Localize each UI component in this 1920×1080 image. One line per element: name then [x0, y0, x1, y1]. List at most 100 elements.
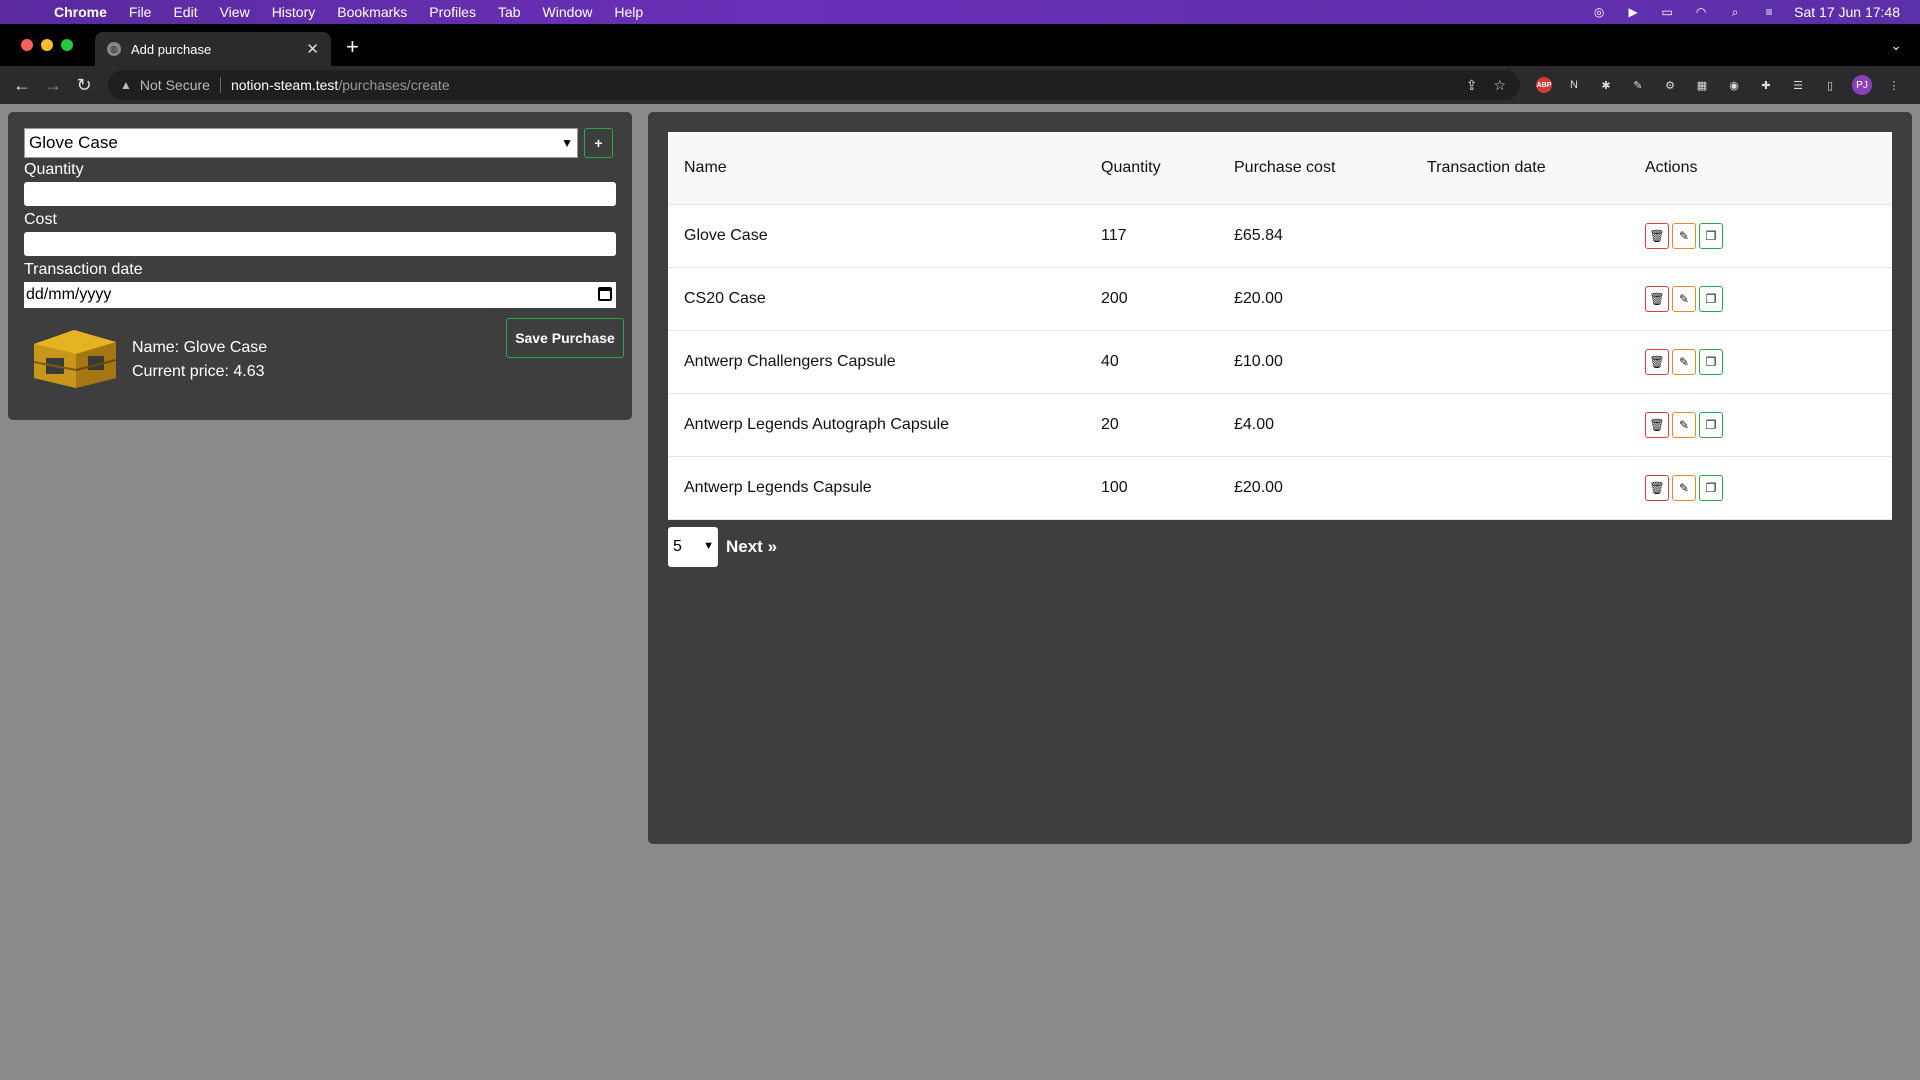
per-page-select[interactable]: 5 ▼: [668, 527, 718, 567]
edit-button[interactable]: ✎: [1672, 348, 1696, 375]
close-tab-icon[interactable]: ✕: [306, 40, 319, 58]
tab-search-chevron-icon[interactable]: ⌄: [1890, 37, 1902, 54]
kebab-menu-icon[interactable]: ⋮: [1884, 75, 1904, 95]
reading-list-icon[interactable]: ☰: [1788, 75, 1808, 95]
menu-bookmarks[interactable]: Bookmarks: [337, 4, 407, 20]
browser-tab-active[interactable]: ◍ Add purchase ✕: [95, 32, 331, 66]
delete-button[interactable]: 🗑: [1645, 222, 1669, 249]
menubar-clock[interactable]: Sat 17 Jun 17:48: [1794, 4, 1900, 20]
warning-triangle-icon[interactable]: ▲: [120, 78, 132, 92]
status-area: ◎ ▶ ▭ ◠ ⌕ ≡ Sat 17 Jun 17:48: [1590, 4, 1900, 20]
purchases-table: Name Quantity Purchase cost Transaction …: [668, 132, 1892, 520]
menu-window[interactable]: Window: [543, 4, 593, 20]
transaction-date-input[interactable]: dd/mm/yyyy: [24, 282, 616, 308]
share-icon[interactable]: ⇪: [1466, 77, 1478, 94]
browser-toolbar: ← → ↻ ▲ Not Secure notion-steam.test /pu…: [0, 66, 1920, 104]
table-row: Antwerp Legends Autograph Capsule 20 £4.…: [668, 393, 1892, 457]
row-actions: 🗑 ✎ ❐: [1645, 330, 1892, 394]
adblock-plus-icon[interactable]: ABP: [1536, 77, 1552, 93]
bookmark-star-icon[interactable]: ☆: [1493, 77, 1506, 94]
preview-name: Name: Glove Case: [132, 339, 268, 356]
cost-label: Cost: [24, 211, 57, 228]
new-tab-plus-icon[interactable]: +: [346, 34, 359, 60]
delete-button[interactable]: 🗑: [1645, 348, 1669, 375]
add-item-button[interactable]: +: [584, 128, 613, 158]
forward-arrow-icon[interactable]: →: [44, 75, 62, 96]
profile-avatar[interactable]: PJ: [1852, 75, 1872, 95]
header-quantity[interactable]: Quantity: [1101, 132, 1234, 205]
header-transaction-date[interactable]: Transaction date: [1427, 132, 1645, 205]
save-purchase-button[interactable]: Save Purchase: [506, 318, 624, 358]
row-quantity: 20: [1101, 393, 1234, 457]
pagination: 5 ▼ Next »: [668, 527, 777, 567]
extension-notion-icon[interactable]: N: [1564, 75, 1584, 95]
spotlight-search-icon[interactable]: ⌕: [1726, 5, 1744, 19]
security-label[interactable]: Not Secure: [140, 77, 210, 93]
play-icon[interactable]: ▶: [1624, 5, 1642, 19]
row-quantity: 200: [1101, 267, 1234, 331]
quantity-label: Quantity: [24, 161, 84, 178]
minimize-window-button[interactable]: [41, 39, 53, 51]
calendar-icon[interactable]: [598, 287, 612, 301]
row-cost: £65.84: [1234, 204, 1427, 268]
reload-icon[interactable]: ↻: [75, 75, 93, 96]
edit-icon: ✎: [1678, 354, 1690, 369]
battery-icon[interactable]: ▭: [1658, 5, 1676, 19]
extension-target-icon[interactable]: ◉: [1724, 75, 1744, 95]
duplicate-button[interactable]: ❐: [1699, 285, 1723, 312]
account-icon[interactable]: ◎: [1590, 5, 1608, 19]
cost-input[interactable]: [24, 232, 616, 256]
row-quantity: 117: [1101, 204, 1234, 268]
zoom-window-button[interactable]: [61, 39, 73, 51]
extension-google-icon[interactable]: ▦: [1692, 75, 1712, 95]
menu-help[interactable]: Help: [614, 4, 643, 20]
header-actions: Actions: [1645, 132, 1892, 205]
extension-gear-icon[interactable]: ⚙: [1660, 75, 1680, 95]
control-center-icon[interactable]: ≡: [1760, 5, 1778, 19]
edit-button[interactable]: ✎: [1672, 285, 1696, 312]
preview-price: Current price: 4.63: [132, 363, 265, 380]
duplicate-button[interactable]: ❐: [1699, 348, 1723, 375]
header-name[interactable]: Name: [668, 132, 1101, 205]
quantity-input[interactable]: [24, 182, 616, 206]
item-select[interactable]: Glove Case ▼: [24, 128, 578, 158]
wifi-icon[interactable]: ◠: [1692, 5, 1710, 19]
globe-icon: ◍: [107, 42, 121, 56]
edit-button[interactable]: ✎: [1672, 222, 1696, 249]
duplicate-button[interactable]: ❐: [1699, 222, 1723, 249]
side-panel-icon[interactable]: ▯: [1820, 75, 1840, 95]
menu-tab[interactable]: Tab: [498, 4, 521, 20]
menu-profiles[interactable]: Profiles: [429, 4, 476, 20]
address-bar[interactable]: ▲ Not Secure notion-steam.test /purchase…: [108, 70, 1520, 100]
url-host[interactable]: notion-steam.test: [231, 77, 338, 93]
menu-view[interactable]: View: [220, 4, 250, 20]
duplicate-button[interactable]: ❐: [1699, 474, 1723, 501]
row-actions: 🗑 ✎ ❐: [1645, 456, 1892, 520]
url-path[interactable]: /purchases/create: [338, 77, 449, 93]
row-cost: £20.00: [1234, 456, 1427, 520]
duplicate-button[interactable]: ❐: [1699, 411, 1723, 438]
delete-button[interactable]: 🗑: [1645, 411, 1669, 438]
copy-icon: ❐: [1705, 354, 1717, 369]
delete-button[interactable]: 🗑: [1645, 285, 1669, 312]
menu-history[interactable]: History: [272, 4, 316, 20]
copy-icon: ❐: [1705, 228, 1717, 243]
row-date: [1427, 456, 1645, 520]
menu-app-chrome[interactable]: Chrome: [54, 4, 107, 20]
extension-bug-icon[interactable]: ✱: [1596, 75, 1616, 95]
table-row: Antwerp Legends Capsule 100 £20.00 🗑 ✎ ❐: [668, 456, 1892, 520]
back-arrow-icon[interactable]: ←: [13, 75, 31, 96]
preview-text: Name: Glove Case Current price: 4.63: [132, 336, 267, 384]
menu-edit[interactable]: Edit: [173, 4, 197, 20]
next-page-link[interactable]: Next »: [726, 537, 777, 557]
header-purchase-cost[interactable]: Purchase cost: [1234, 132, 1427, 205]
close-window-button[interactable]: [21, 39, 33, 51]
extension-color-picker-icon[interactable]: ✎: [1628, 75, 1648, 95]
extensions-puzzle-icon[interactable]: ✚: [1756, 75, 1776, 95]
apple-icon[interactable]: [20, 4, 36, 20]
edit-button[interactable]: ✎: [1672, 474, 1696, 501]
delete-button[interactable]: 🗑: [1645, 474, 1669, 501]
table-row: Antwerp Challengers Capsule 40 £10.00 🗑 …: [668, 330, 1892, 394]
menu-file[interactable]: File: [129, 4, 152, 20]
edit-button[interactable]: ✎: [1672, 411, 1696, 438]
